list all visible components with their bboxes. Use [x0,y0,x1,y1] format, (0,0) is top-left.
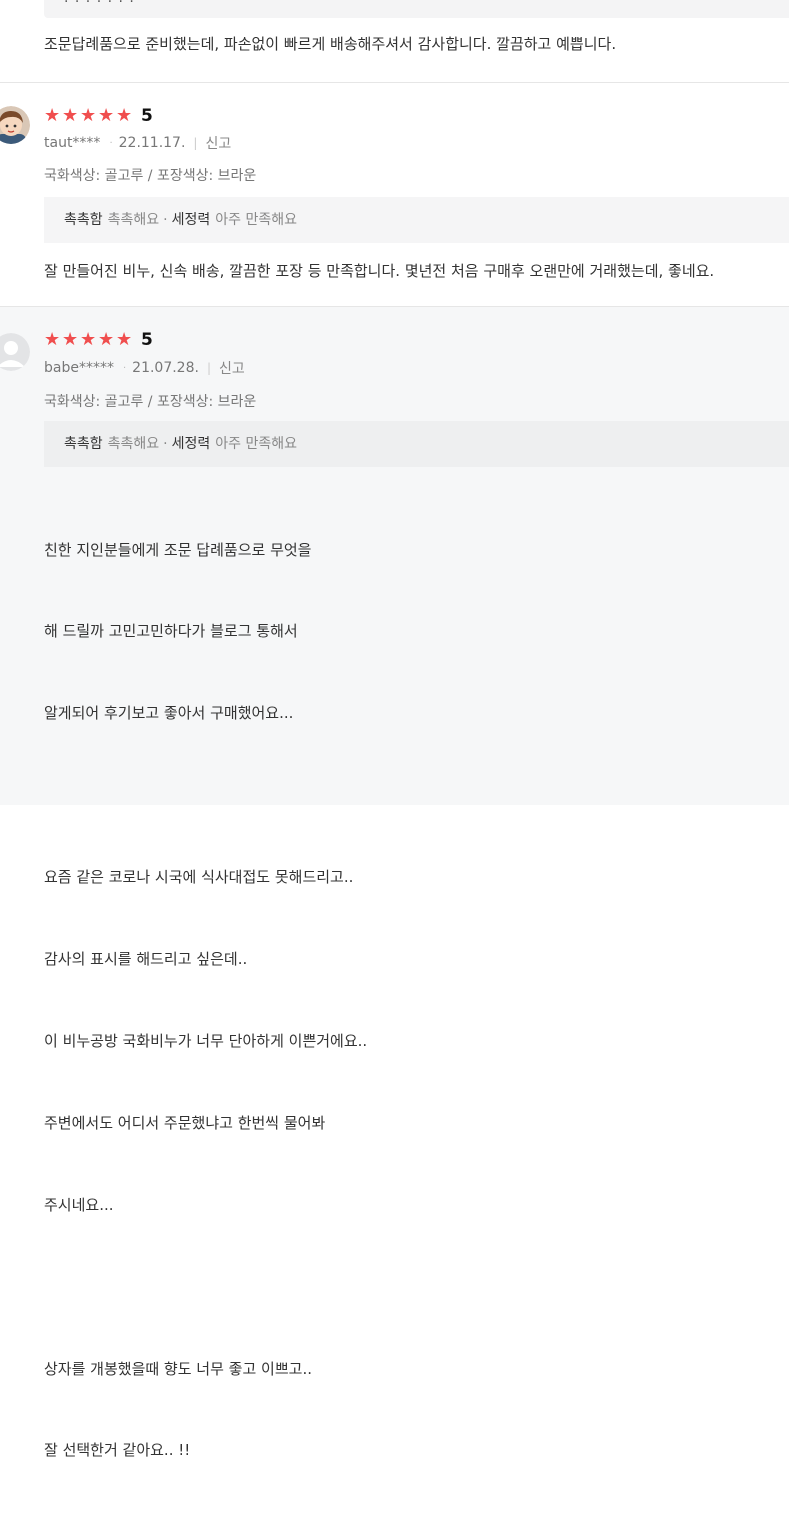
purchase-option: 국화색상: 골고루 / 포장색상: 브라운 [44,168,257,184]
eval-key: 세정력 [171,436,211,452]
review-body-line: 감사의 표시를 해드리고 싶은데.. [44,950,248,969]
review-body-line: 주시네요... [44,1195,114,1214]
evaluation-text-cut: · · · · · · · [64,0,135,10]
rating-stars: ★ ★ ★ ★ ★ 5 [44,329,153,350]
meta-dot: · [122,362,127,374]
rating-star-icon: ★ [98,105,115,126]
review-item: ★ ★ ★ ★ ★ 5 babe***** · 21.07.28. | 신고 국… [0,307,789,1459]
review-body-line: 친한 지인분들에게 조문 답례품으로 무엇을 [44,540,312,559]
review-body-line: 이 비누공방 국화비누가 너무 단아하게 이쁜거에요.. [44,1031,368,1050]
review-meta: babe***** · 21.07.28. | 신고 [44,358,245,378]
rating-star-icon: ★ [80,329,97,350]
eval-value: 아주 만족해요 [215,212,297,228]
meta-divider: | [206,361,211,375]
meta-divider: | [193,136,198,150]
eval-separator: · [163,436,168,452]
meta-dot: · [109,137,113,149]
rating-star-icon: ★ [44,105,61,126]
review-body-line [44,782,367,809]
purchase-option: 국화색상: 골고루 / 포장색상: 브라운 [44,394,257,410]
review-body: 친한 지인분들에게 조문 답례품으로 무엇을 해 드릴까 고민고민하다가 블로그… [44,482,367,1519]
review-body-line: 요즘 같은 코로나 시국에 식사대접도 못해드리고.. [44,868,354,887]
default-user-avatar-icon [0,333,30,371]
review-item: ★ ★ ★ ★ ★ 5 taut**** · 22.11.17. | 신고 국화… [0,83,789,307]
eval-value: 아주 만족해요 [215,436,297,452]
report-link[interactable]: 신고 [205,133,231,153]
review-body-line [44,1274,367,1301]
rating-stars: ★ ★ ★ ★ ★ 5 [44,105,153,126]
rating-score: 5 [141,106,153,126]
review-body: 조문답례품으로 준비했는데, 파손없이 빠르게 배송해주셔서 감사합니다. 깔끔… [44,35,617,53]
rating-star-icon: ★ [44,329,61,350]
review-evaluation-box: 촉촉함 촉촉해요 · 세정력 아주 만족해요 [44,421,789,467]
review-body-line: 상자를 개봉했을때 향도 너무 좋고 이쁘고.. [44,1359,312,1378]
review-body: 잘 만들어진 비누, 신속 배송, 깔끔한 포장 등 만족합니다. 몇년전 처음… [44,262,715,280]
rating-star-icon: ★ [116,105,133,126]
review-meta: taut**** · 22.11.17. | 신고 [44,133,231,153]
user-avatar-boy [0,106,30,144]
eval-key: 세정력 [171,212,211,228]
review-evaluation-box: 촉촉함 촉촉해요 · 세정력 아주 만족해요 [44,197,789,243]
rating-star-icon: ★ [80,105,97,126]
review-body-line: 잘 선택한거 같아요.. !! [44,1441,191,1460]
report-link[interactable]: 신고 [219,358,245,378]
rating-score: 5 [141,330,153,350]
review-item: · · · · · · · 조문답례품으로 준비했는데, 파손없이 빠르게 배송… [0,0,789,83]
review-body-line: 주변에서도 어디서 주문했냐고 한번씩 물어봐 [44,1113,326,1132]
eval-separator: · [163,212,168,228]
review-evaluation-box: · · · · · · · [44,0,789,18]
rating-star-icon: ★ [116,329,133,350]
rating-star-icon: ★ [62,329,79,350]
review-date: 21.07.28. [132,360,199,376]
rating-star-icon: ★ [62,105,79,126]
eval-key: 촉촉함 [64,436,103,452]
rating-star-icon: ★ [98,329,115,350]
reviewer-id: taut**** [44,135,101,151]
reviewer-id: babe***** [44,360,114,376]
eval-key: 촉촉함 [64,212,103,228]
review-date: 22.11.17. [118,135,186,151]
review-body-line: 알게되어 후기보고 좋아서 구매했어요... [44,704,294,723]
eval-value: 촉촉해요 [107,436,160,452]
eval-value: 촉촉해요 [107,212,160,228]
review-body-line: 해 드릴까 고민고민하다가 블로그 통해서 [44,622,298,641]
